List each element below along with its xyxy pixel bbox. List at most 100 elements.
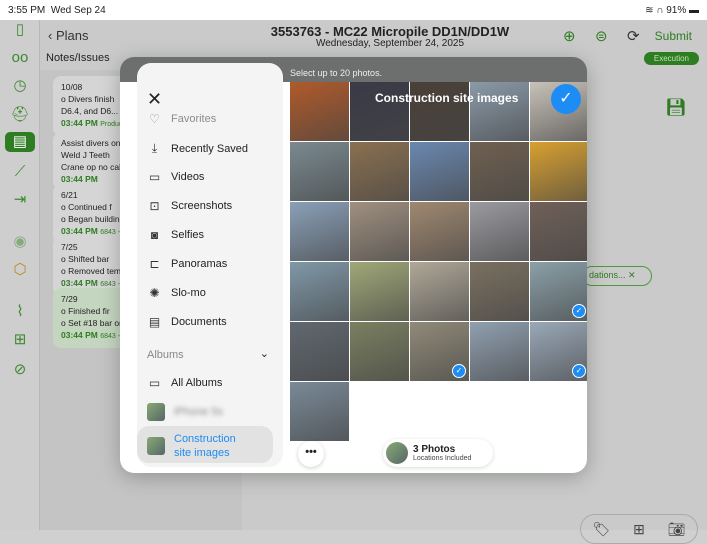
photo-thumbnail[interactable] [290,262,349,321]
sidebar-item-iphone[interactable]: iPhone 5s [147,403,223,421]
trash-icon[interactable]: ⊜ [595,27,608,45]
favorites-icon: ♡ [149,112,160,126]
selection-summary[interactable]: 3 Photos Locations Included [383,439,493,467]
photo-thumbnail[interactable] [470,262,529,321]
sidebar-item-construction[interactable]: Construction site images [137,426,273,463]
add-attachment-icon[interactable]: ⊞ [633,521,645,538]
selected-check-icon: ✓ [452,364,466,378]
headphones-icon: ∩ [656,4,664,16]
photo-thumbnail[interactable] [350,322,409,381]
clock: 3:55 PM [8,4,46,16]
close-icon[interactable]: ✕ [147,89,162,110]
sidebar-item-screenshots[interactable]: ⊡ Screenshots [147,199,232,213]
photo-thumbnail[interactable] [350,262,409,321]
bottom-toolbar: 🏷︎ ⊞ 📷︎ [580,514,698,544]
battery-level: 91% [666,4,687,16]
page-subtitle: Wednesday, September 24, 2025 [315,38,465,49]
notes-icon[interactable]: ▤ [5,132,35,152]
picker-sidebar: ✕ ♡ Favorites ⤓ Recently Saved ▭ Videos ⊡ Scree… [137,63,283,467]
camera-add-icon[interactable]: 📷︎ [668,521,686,538]
sidebar-item-panoramas[interactable]: ⊏ Panoramas [147,257,227,271]
album-thumbnail [147,403,165,421]
photo-thumbnail[interactable] [470,322,529,381]
photo-thumbnail[interactable] [290,82,349,141]
more-button[interactable]: ••• [298,441,324,467]
date: Wed Sep 24 [50,4,106,16]
photo-thumbnail[interactable]: ✓ [530,262,587,321]
close-icon[interactable]: ✕ [628,270,636,280]
photo-thumbnail[interactable] [350,142,409,201]
add-icon[interactable]: ⊕ [563,27,576,45]
selfies-icon: ◙ [150,228,159,242]
photo-thumbnail[interactable] [290,322,349,381]
tag-icon[interactable]: 🏷︎ [592,521,610,538]
album-title: Construction site images [375,91,519,105]
sidebar-item-recently-saved[interactable]: ⤓ Recently Saved [147,141,248,156]
sidebar-item-documents[interactable]: ▤ Documents [147,315,227,329]
selected-check-icon: ✓ [572,364,586,378]
hardhat-icon[interactable]: ⛑ [10,105,30,125]
select-hint: Select up to 20 photos. [290,68,383,78]
menu-label: Panoramas [171,258,228,270]
left-rail: ▯ oo ◷ ⛑ ▤ ⟋ ⇥ ◉ ⬡ ⌇ ⊞ ⊘ [0,20,40,530]
photo-thumbnail[interactable] [530,202,587,261]
sync-icon[interactable]: ⟳ [627,27,640,45]
compass-icon[interactable]: ⊘ [10,360,30,380]
menu-label: Screenshots [171,200,233,212]
add-copy-icon[interactable]: ⊞ [10,330,30,350]
photo-thumbnail[interactable] [290,202,349,261]
status-bar: 3:55 PM Wed Sep 24 ≋ ∩ 91% ▬ [0,0,707,20]
paperclip-icon[interactable]: ⌇ [10,302,30,322]
albums-icon: ▭ [148,376,161,390]
photo-thumbnail[interactable] [530,142,587,201]
page-title: 3553763 - MC22 Micropile DD1N/DD1W [270,24,510,39]
save-icon[interactable]: 💾︎ [665,98,687,118]
screenshots-icon: ⊡ [149,199,160,213]
menu-label: Selfies [171,229,205,241]
photo-thumbnail[interactable] [350,202,409,261]
chart-icon[interactable]: ⟋ [10,162,30,182]
clock-icon[interactable]: ◷ [10,76,30,96]
slo-mo-icon: ✺ [149,286,160,300]
sidebar-item-videos[interactable]: ▭ Videos [147,170,205,184]
photo-thumbnail[interactable] [410,262,469,321]
sidebar-item-selfies[interactable]: ◙ Selfies [147,228,204,242]
sidebar-item-all-albums[interactable]: ▭ All Albums [147,376,223,390]
exit-icon[interactable]: ⇥ [10,190,30,210]
menu-label: Documents [171,316,227,328]
selected-check-icon: ✓ [572,304,586,318]
done-checkmark-button[interactable]: ✓ [551,84,581,114]
photo-thumbnail[interactable] [470,142,529,201]
section-title: Notes/Issues [46,52,110,64]
back-button[interactable]: ‹ Plans [48,28,88,43]
photo-thumbnail[interactable] [290,382,349,441]
sidebar-item-favorites[interactable]: ♡ Favorites [147,112,216,126]
glasses-icon[interactable]: oo [10,48,30,68]
chevron-down-icon[interactable]: ⌄ [260,347,269,360]
battery-icon: ▬ [689,4,699,16]
documents-icon: ▤ [148,315,161,329]
sidebar-item-slo-mo[interactable]: ✺ Slo-mo [147,286,206,300]
recently-saved-icon: ⤓ [151,141,158,155]
menu-label: Videos [171,171,205,183]
albums-header: Albums [147,349,184,361]
photo-thumbnail[interactable] [290,142,349,201]
photo-thumbnail[interactable] [470,202,529,261]
photo-thumbnail[interactable] [410,142,469,201]
panoramas-icon: ⊏ [149,257,160,271]
hexagon-icon[interactable]: ⬡ [10,260,30,280]
photo-thumbnail[interactable] [410,202,469,261]
header: ‹ Plans 3553763 - MC22 Micropile DD1N/DD… [40,20,707,60]
back-label: Plans [55,28,89,43]
photo-grid: ✓ ✓ ✓ [290,82,587,441]
sidebar-toggle-icon[interactable]: ▯ [10,20,30,40]
filter-chip[interactable]: dations... ✕ [582,266,652,286]
menu-label: Slo-mo [171,287,206,299]
badge-icon[interactable]: ◉ [10,232,30,252]
videos-icon: ▭ [148,170,161,184]
menu-label: Favorites [171,113,217,125]
wifi-icon: ≋ [645,4,654,16]
submit-button[interactable]: Submit [655,29,692,43]
photo-thumbnail[interactable]: ✓ [530,322,587,381]
photo-thumbnail[interactable]: ✓ [410,322,469,381]
